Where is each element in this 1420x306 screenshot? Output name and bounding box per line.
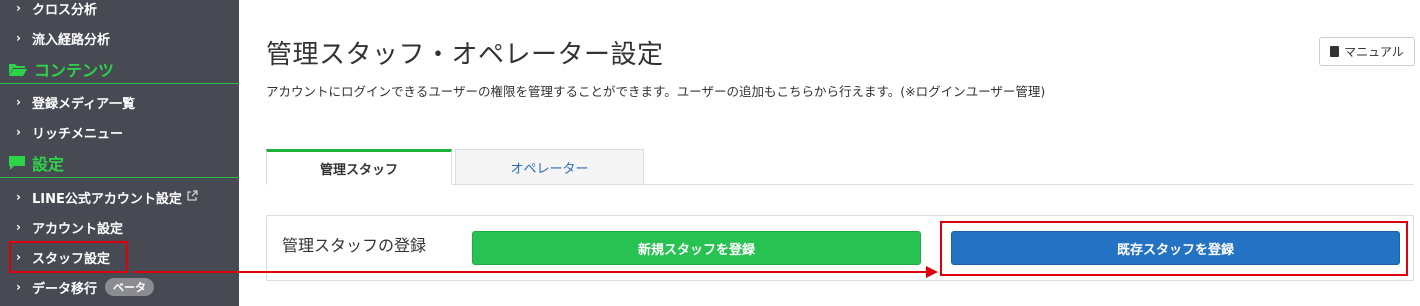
annotation-arrow <box>133 266 938 278</box>
